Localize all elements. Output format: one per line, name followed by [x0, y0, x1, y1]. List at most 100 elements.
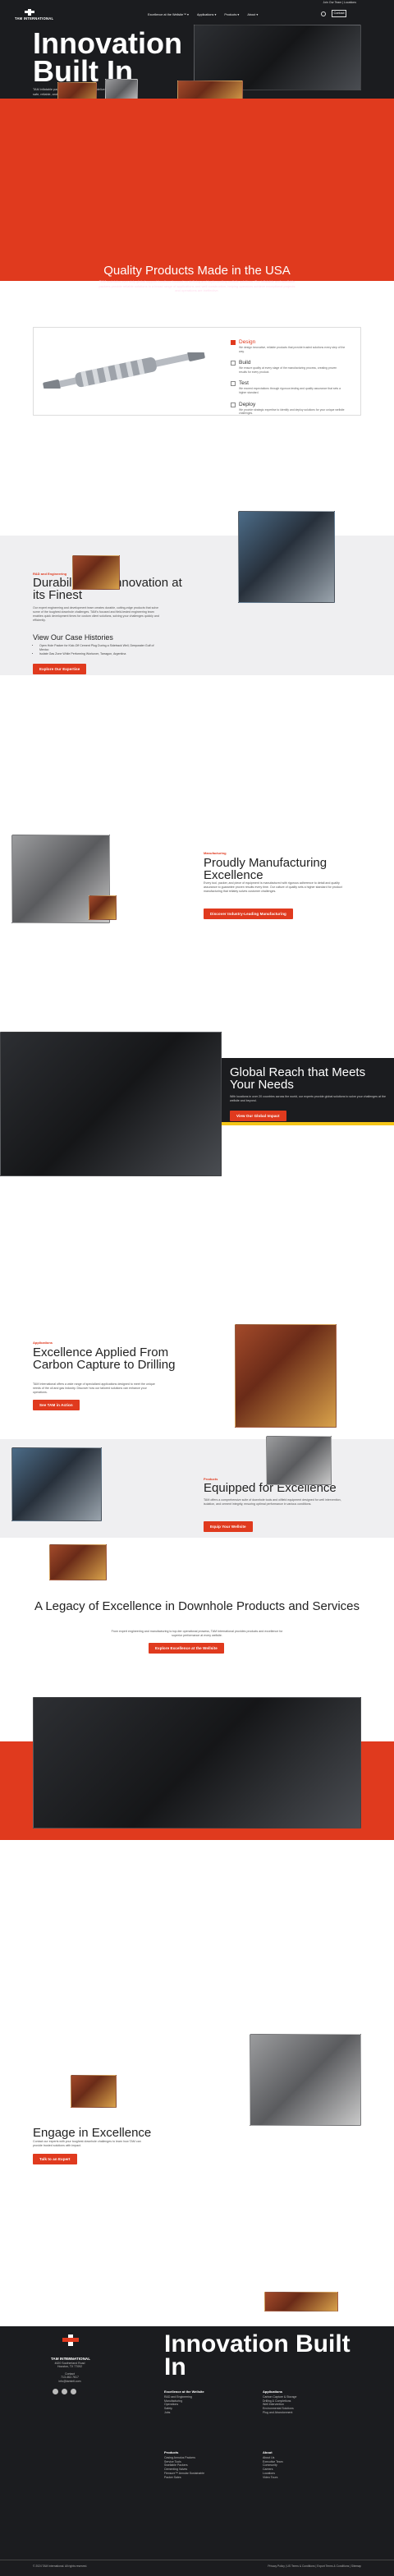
rd-section: R&D and Engineering Durability and Innov… — [0, 536, 394, 675]
step-build-title: Build — [239, 360, 251, 366]
linkedin-icon[interactable] — [62, 2389, 67, 2394]
engage-field-photo — [250, 2034, 361, 2126]
prods-technician-photo — [266, 1436, 332, 1485]
hero-title: Innovation Built In — [33, 26, 182, 88]
step-design-marker — [231, 340, 236, 345]
global-panel: Global Reach that Meets Your Needs With … — [222, 1058, 394, 1122]
apps-text: TAM International offers a wide range of… — [33, 1382, 155, 1394]
apps-welding-photo — [235, 1324, 337, 1428]
mfg-text: Every tool, packer, and piece of equipme… — [204, 881, 342, 893]
rd-case-heading: View Our Case Histories — [33, 633, 113, 642]
engage-text: Contact our experts with your toughest d… — [33, 2140, 141, 2147]
step-deploy-text: We provide strategic expertise to identi… — [239, 407, 345, 416]
prods-equip-button[interactable]: Equip Your Wellsite — [204, 1521, 253, 1532]
step-deploy[interactable]: Deploy We provide strategic expertise to… — [231, 402, 346, 416]
youtube-icon[interactable] — [71, 2389, 76, 2394]
nav-item-about[interactable]: About ▾ — [247, 12, 258, 16]
engage-gauge-photo — [264, 2292, 338, 2312]
engage-worker-photo — [71, 2075, 117, 2108]
footer-col-applications: Applications Carbon Capture & Storage Dr… — [263, 2390, 361, 2415]
global-accent-bar — [222, 1122, 394, 1125]
footer-col-about: About About Us Executive Team Community … — [263, 2450, 361, 2480]
global-view-button[interactable]: View Our Global Impact — [230, 1111, 286, 1121]
footer-bottom-bar: © 2024 TAM International. All rights res… — [0, 2560, 394, 2573]
footer-col-title: Excellence at the Wellsite — [164, 2390, 204, 2394]
copyright-text: © 2024 TAM International. All rights res… — [33, 2564, 88, 2568]
engage-talk-button[interactable]: Talk to an Expert — [33, 2154, 77, 2164]
prods-text: TAM offers a comprehensive suite of down… — [204, 1498, 341, 1506]
global-text: With locations in over 20 countries acro… — [230, 1095, 386, 1102]
footer-link[interactable]: Video Tours — [263, 2476, 361, 2480]
site-logo[interactable]: TAM INTERNATIONAL — [15, 9, 64, 24]
prods-warehouse-photo — [11, 1447, 102, 1521]
prods-tools-photo — [49, 1544, 107, 1580]
packer-tool-illustration — [43, 352, 205, 389]
global-section: Global Reach that Meets Your Needs With … — [0, 1032, 394, 1176]
step-design[interactable]: Design We design innovative, reliable pr… — [231, 339, 346, 353]
legacy-facility-photo — [33, 1697, 361, 1828]
rd-text: Our expert engineering and development t… — [33, 606, 159, 622]
step-test-marker — [231, 381, 236, 387]
footer-col-title: Applications — [263, 2390, 283, 2394]
footer-address: Address 4620 Southerland Road Houston, T… — [33, 2358, 107, 2384]
logo-mark-icon — [25, 9, 34, 16]
quality-process-card: Design We design innovative, reliable pr… — [33, 327, 361, 416]
nav-item-applications[interactable]: Applications ▾ — [197, 12, 216, 16]
footer-col-products: Products Casing Annulus Packers Service … — [164, 2450, 254, 2480]
mfg-discover-button[interactable]: Discover Industry-Leading Manufacturing — [204, 908, 293, 919]
legal-links[interactable]: Privacy Policy | US Terms & Conditions |… — [268, 2564, 361, 2568]
contact-button[interactable]: Contact — [332, 10, 346, 17]
footer-col-excellence: Excellence at the Wellsite R&D and Engin… — [164, 2390, 254, 2415]
step-design-title: Design — [239, 339, 256, 345]
quality-text: TAM maintains over sixty global support … — [98, 279, 296, 292]
footer-col-title: About — [263, 2450, 273, 2454]
top-utility-link[interactable]: Join Our Team | Locations — [323, 1, 356, 4]
step-deploy-title: Deploy — [239, 401, 256, 407]
mfg-title: Proudly Manufacturing Excellence — [204, 856, 328, 882]
legacy-explore-button[interactable]: Explore Excellence at the Wellsite — [149, 1643, 224, 1654]
footer-link[interactable]: Plug and Abandonment — [263, 2411, 361, 2415]
facebook-icon[interactable] — [53, 2389, 58, 2394]
mfg-kicker: Manufacturing — [204, 851, 227, 855]
footer-logo-mark-icon — [62, 2334, 79, 2346]
footer-col-title: Products — [164, 2450, 179, 2454]
step-test-title: Test — [239, 380, 249, 387]
logo-text: TAM INTERNATIONAL — [15, 16, 54, 21]
footer-link[interactable]: Packer Sales — [164, 2476, 254, 2480]
rd-machine-photo — [238, 511, 335, 603]
engage-title: Engage in Excellence — [33, 2126, 152, 2140]
legacy-title: A Legacy of Excellence in Downhole Produ… — [34, 1599, 360, 1613]
search-icon[interactable] — [321, 12, 326, 16]
step-design-text: We design innovative, reliable products … — [239, 346, 346, 353]
mfg-worker-photo — [89, 895, 117, 920]
step-test[interactable]: Test We exceed expectations through rigo… — [231, 380, 346, 394]
hero-red-band — [0, 99, 394, 281]
social-links — [53, 2389, 76, 2394]
case-history-link[interactable]: Open Hole Packer for Kick-Off Cement Plu… — [39, 644, 163, 652]
apps-kicker: Applications — [33, 1341, 53, 1345]
apps-title: Excellence Applied From Carbon Capture t… — [33, 1346, 176, 1372]
step-build-marker — [231, 361, 236, 366]
process-steps: Design We design innovative, reliable pr… — [231, 339, 346, 422]
nav-item-products[interactable]: Products ▾ — [224, 12, 239, 16]
top-utility-bar: Join Our Team | Locations — [0, 0, 394, 7]
case-history-list: Open Hole Packer for Kick-Off Cement Plu… — [39, 644, 163, 656]
nav-item-excellence[interactable]: Excellence at the Wellsite™ ▾ — [148, 12, 189, 16]
step-build[interactable]: Build We ensure quality at every stage o… — [231, 360, 346, 374]
step-test-text: We exceed expectations through rigorous … — [239, 387, 341, 394]
case-history-link[interactable]: Isolate Gas Zone While Performing Workov… — [39, 652, 163, 656]
legacy-section: A Legacy of Excellence in Downhole Produ… — [0, 1577, 394, 1654]
site-footer: TAM INTERNATIONAL Address 4620 Southerla… — [0, 2326, 394, 2576]
rd-engineer-photo — [72, 555, 120, 590]
main-navigation: TAM INTERNATIONAL Excellence at the Well… — [0, 7, 394, 25]
footer-tagline: Innovation Built In — [164, 2330, 350, 2380]
footer-link[interactable]: Jobs — [164, 2411, 254, 2415]
step-build-text: We ensure quality at every stage of the … — [239, 366, 337, 374]
email-link[interactable]: info@tamintl.com — [33, 2380, 107, 2384]
apps-see-button[interactable]: See TAM in Action — [33, 1400, 80, 1410]
global-manufacturing-photo — [0, 1032, 222, 1176]
footer-logo[interactable]: TAM INTERNATIONAL — [46, 2334, 95, 2361]
rd-explore-button[interactable]: Explore Our Expertise — [33, 664, 87, 674]
quality-title: Quality Products Made in the USA — [103, 264, 291, 278]
legacy-text: From expert engineering and manufacturin… — [111, 1630, 283, 1637]
